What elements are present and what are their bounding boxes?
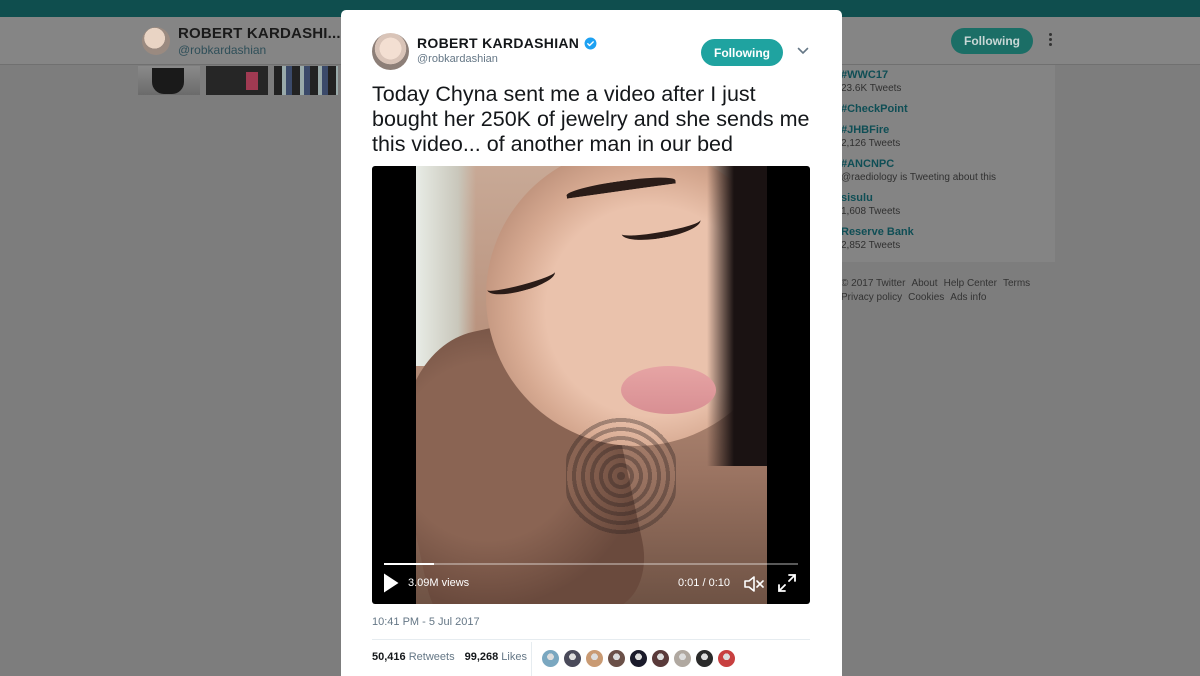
video-progress-bar[interactable] [384, 563, 798, 565]
video-progress-fill [384, 563, 434, 565]
trend-item[interactable]: #WWC17 23.6K Tweets [841, 69, 901, 94]
author-handle[interactable]: @robkardashian [417, 53, 498, 65]
author-name[interactable]: ROBERT KARDASHIAN [417, 35, 579, 51]
footer-link-terms[interactable]: Terms [1003, 278, 1030, 289]
stats-separator [531, 642, 532, 676]
liker-avatar[interactable] [629, 649, 648, 668]
verified-badge-icon [584, 37, 597, 49]
background-profile-handle: @robkardashian [178, 43, 267, 57]
liker-avatar[interactable] [717, 649, 736, 668]
video-view-count: 3.09M views [408, 577, 470, 589]
footer-link-about[interactable]: About [911, 278, 937, 289]
video-frame[interactable] [416, 166, 767, 604]
tweet-stats: 50,416 Retweets 99,268 Likes [372, 651, 527, 663]
likes-count[interactable]: 99,268 [465, 651, 499, 663]
media-thumbnail[interactable] [274, 66, 338, 95]
liker-avatar[interactable] [563, 649, 582, 668]
liker-avatar[interactable] [541, 649, 560, 668]
fullscreen-icon[interactable] [778, 574, 796, 592]
tweet-timestamp[interactable]: 10:41 PM - 5 Jul 2017 [372, 616, 480, 628]
likes-stat[interactable]: 99,268 Likes [465, 651, 527, 663]
video-time: 0:01 / 0:10 [678, 577, 730, 589]
media-thumbnail[interactable] [206, 66, 268, 95]
retweets-count[interactable]: 50,416 [372, 651, 406, 663]
trend-item[interactable]: sisulu 1,608 Tweets [841, 192, 900, 217]
trend-item[interactable]: Reserve Bank 2,852 Tweets [841, 226, 914, 251]
tweet-modal: ROBERT KARDASHIAN @robkardashian Followi… [341, 10, 842, 676]
likes-label: Likes [501, 651, 527, 663]
footer-link-cookies[interactable]: Cookies [908, 292, 944, 303]
trend-item[interactable]: #CheckPoint [841, 103, 908, 115]
liker-avatar[interactable] [651, 649, 670, 668]
chevron-down-icon[interactable] [797, 46, 809, 56]
footer-link-privacy[interactable]: Privacy policy [841, 292, 902, 303]
tweet-text: Today Chyna sent me a video after I just… [372, 82, 810, 156]
more-options-icon[interactable] [1046, 32, 1054, 50]
liker-avatar[interactable] [695, 649, 714, 668]
volume-muted-icon[interactable] [744, 576, 764, 592]
author-avatar[interactable] [372, 33, 409, 70]
video-player[interactable]: 3.09M views 0:01 / 0:10 [372, 166, 810, 604]
liker-avatar[interactable] [607, 649, 626, 668]
background-profile-avatar [142, 27, 170, 55]
liker-avatar[interactable] [673, 649, 692, 668]
stats-divider [372, 639, 810, 640]
liker-avatar[interactable] [585, 649, 604, 668]
trend-item[interactable]: #ANCNPC @raediology is Tweeting about th… [841, 158, 996, 183]
retweets-stat[interactable]: 50,416 Retweets [372, 651, 455, 663]
footer-link-help-center[interactable]: Help Center [944, 278, 997, 289]
media-thumbnail[interactable] [138, 66, 200, 95]
play-icon[interactable] [382, 572, 400, 594]
author-name-row[interactable]: ROBERT KARDASHIAN [417, 35, 597, 51]
following-button[interactable]: Following [701, 39, 783, 66]
footer-copyright: © 2017 Twitter [841, 278, 906, 289]
retweets-label: Retweets [408, 651, 455, 663]
footer-links: © 2017 Twitter About Help Center Terms Priv… [841, 277, 1041, 305]
media-thumbnails [138, 66, 338, 96]
trend-item[interactable]: #JHBFire 2,126 Tweets [841, 124, 900, 149]
background-profile-name: ROBERT KARDASHI... [178, 25, 341, 42]
footer-link-ads-info[interactable]: Ads info [950, 292, 986, 303]
background-following-button[interactable]: Following [951, 28, 1033, 54]
liker-avatars [541, 649, 736, 668]
